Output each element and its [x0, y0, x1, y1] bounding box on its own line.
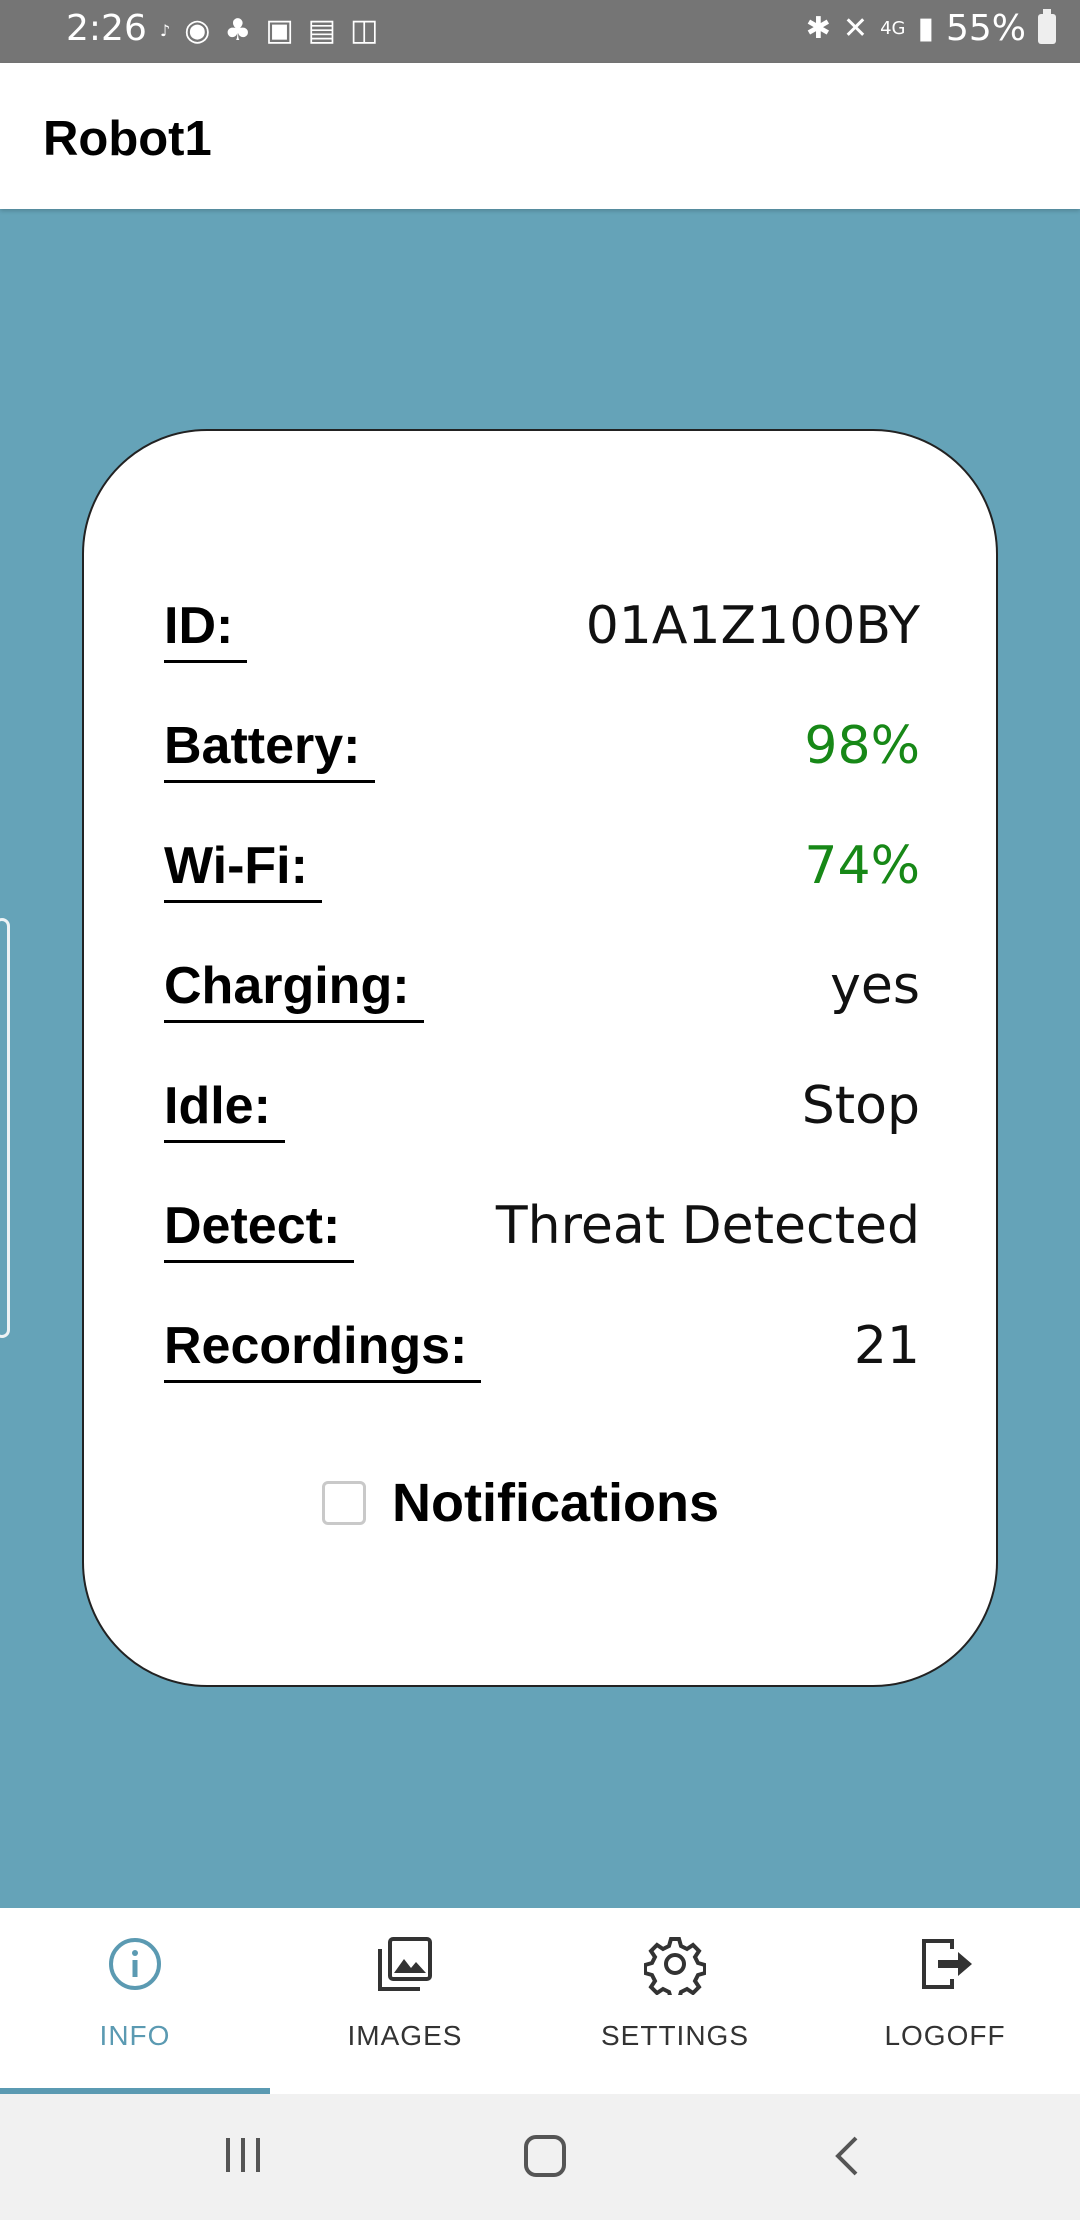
info-value: yes [830, 956, 920, 1016]
info-label: Wi-Fi: [164, 835, 322, 903]
tab-info[interactable]: INFO [0, 1908, 270, 2094]
status-time: 2:26 [66, 8, 147, 49]
home-icon[interactable] [523, 2134, 567, 2178]
info-value: Threat Detected [495, 1196, 920, 1256]
mute-icon: ✕ [842, 11, 869, 46]
edge-panel-handle[interactable] [0, 918, 10, 1338]
status-notification-icons: ♪ ◉ ♣ ▣ ▤ ◫ [160, 12, 378, 50]
info-label: Charging: [164, 955, 424, 1023]
info-value: 74% [804, 836, 920, 896]
tab-label: IMAGES [347, 2020, 463, 2051]
info-label: Idle: [164, 1075, 285, 1143]
app-icon: ♣ [224, 13, 252, 48]
bluetooth-icon: ✱ [805, 11, 831, 46]
logoff-icon [922, 1939, 972, 1989]
notifications-label: Notifications [392, 1473, 720, 1533]
info-value: 01A1Z100BY [585, 596, 920, 656]
status-system-icons: ✱ ✕ 4G ▮ 55% [806, 8, 1056, 49]
info-row-id: ID: 01A1Z100BY [164, 595, 920, 685]
info-row-battery: Battery: 98% [164, 715, 920, 805]
wifi-calling-icon: ▤ [307, 13, 337, 48]
status-bar: 2:26 ♪ ◉ ♣ ▣ ▤ ◫ ✱ ✕ 4G ▮ 55% [0, 0, 1080, 63]
messenger-icon: ◉ [184, 13, 211, 48]
info-label: ID: [164, 595, 248, 663]
tab-logoff[interactable]: LOGOFF [810, 1908, 1080, 2094]
info-row-charging: Charging: yes [164, 955, 920, 1045]
signal-icon: ▮ [917, 11, 934, 46]
info-value: 98% [804, 716, 920, 776]
info-value: 21 [853, 1316, 920, 1376]
tab-images[interactable]: IMAGES [270, 1908, 540, 2094]
page-title: Robot1 [43, 112, 212, 166]
info-label: Recordings: [164, 1315, 482, 1383]
notifications-toggle[interactable]: Notifications [322, 1472, 719, 1534]
info-label: Battery: [164, 715, 375, 783]
gallery-icon: ▣ [265, 13, 294, 48]
info-row-recordings: Recordings: 21 [164, 1315, 920, 1405]
tab-settings[interactable]: SETTINGS [540, 1908, 810, 2094]
notifications-checkbox[interactable] [322, 1481, 366, 1525]
info-row-idle: Idle: Stop [164, 1075, 920, 1165]
info-card: ID: 01A1Z100BY Battery: 98% Wi-Fi: 74% C… [82, 429, 998, 1687]
bottom-nav: INFO IMAGES SETTINGS LOGOFF [0, 1908, 1080, 2094]
translate-icon: ◫ [350, 13, 379, 48]
battery-icon [1038, 8, 1056, 44]
tab-label: SETTINGS [600, 2020, 749, 2051]
system-nav-bar [0, 2094, 1080, 2220]
gear-icon [644, 1937, 706, 1995]
lte-icon: 4G [880, 18, 906, 39]
info-label: Detect: [164, 1195, 355, 1263]
info-row-wifi: Wi-Fi: 74% [164, 835, 920, 925]
battery-percent: 55% [945, 8, 1026, 49]
amazon-music-icon: ♪ [160, 21, 171, 40]
tab-label: LOGOFF [884, 2020, 1006, 2051]
app-bar: Robot1 [0, 63, 1080, 209]
info-icon [109, 1938, 161, 1990]
info-value: Stop [801, 1076, 920, 1136]
back-icon[interactable] [830, 2134, 864, 2178]
recent-apps-icon[interactable] [222, 2134, 264, 2176]
info-row-detect: Detect: Threat Detected [164, 1195, 920, 1285]
images-icon [378, 1937, 432, 1991]
tab-label: INFO [99, 2020, 171, 2051]
